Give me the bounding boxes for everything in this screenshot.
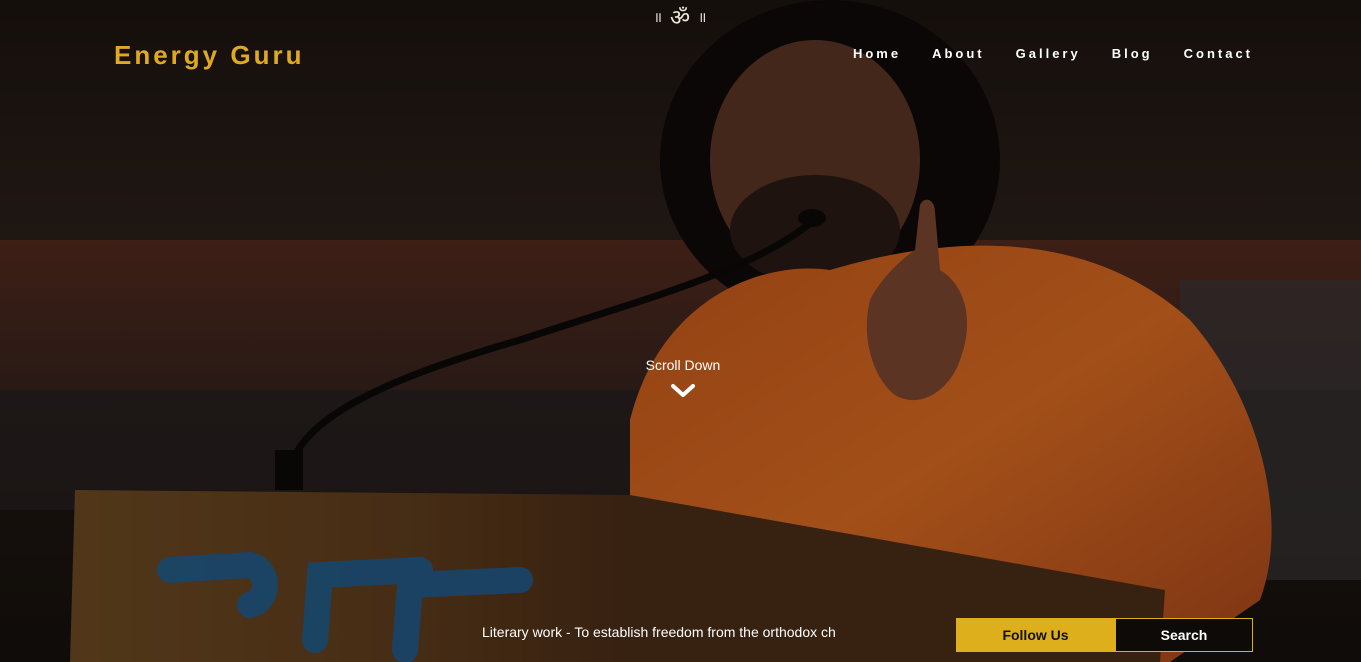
scroll-down-button[interactable]: Scroll Down — [633, 357, 733, 399]
follow-us-button[interactable]: Follow Us — [956, 618, 1115, 652]
om-right-marks: ॥ — [698, 8, 709, 25]
om-icon: ॐ — [669, 6, 693, 31]
om-mark: ॥ ॐ ॥ — [648, 4, 714, 31]
chevron-down-icon — [671, 384, 695, 397]
om-left-marks: ॥ — [653, 8, 664, 25]
nav-blog[interactable]: Blog — [1112, 46, 1153, 61]
main-nav: Home About Gallery Blog Contact — [853, 46, 1253, 61]
brand-logo[interactable]: Energy Guru — [114, 40, 304, 71]
scroll-down-label: Scroll Down — [645, 357, 721, 373]
nav-gallery[interactable]: Gallery — [1016, 46, 1081, 61]
search-button[interactable]: Search — [1115, 618, 1253, 652]
hero-background — [0, 0, 1361, 662]
nav-home[interactable]: Home — [853, 46, 901, 61]
nav-contact[interactable]: Contact — [1184, 46, 1253, 61]
nav-about[interactable]: About — [932, 46, 985, 61]
dark-overlay — [0, 0, 1361, 662]
news-ticker: Literary work - To establish freedom fro… — [482, 624, 836, 640]
